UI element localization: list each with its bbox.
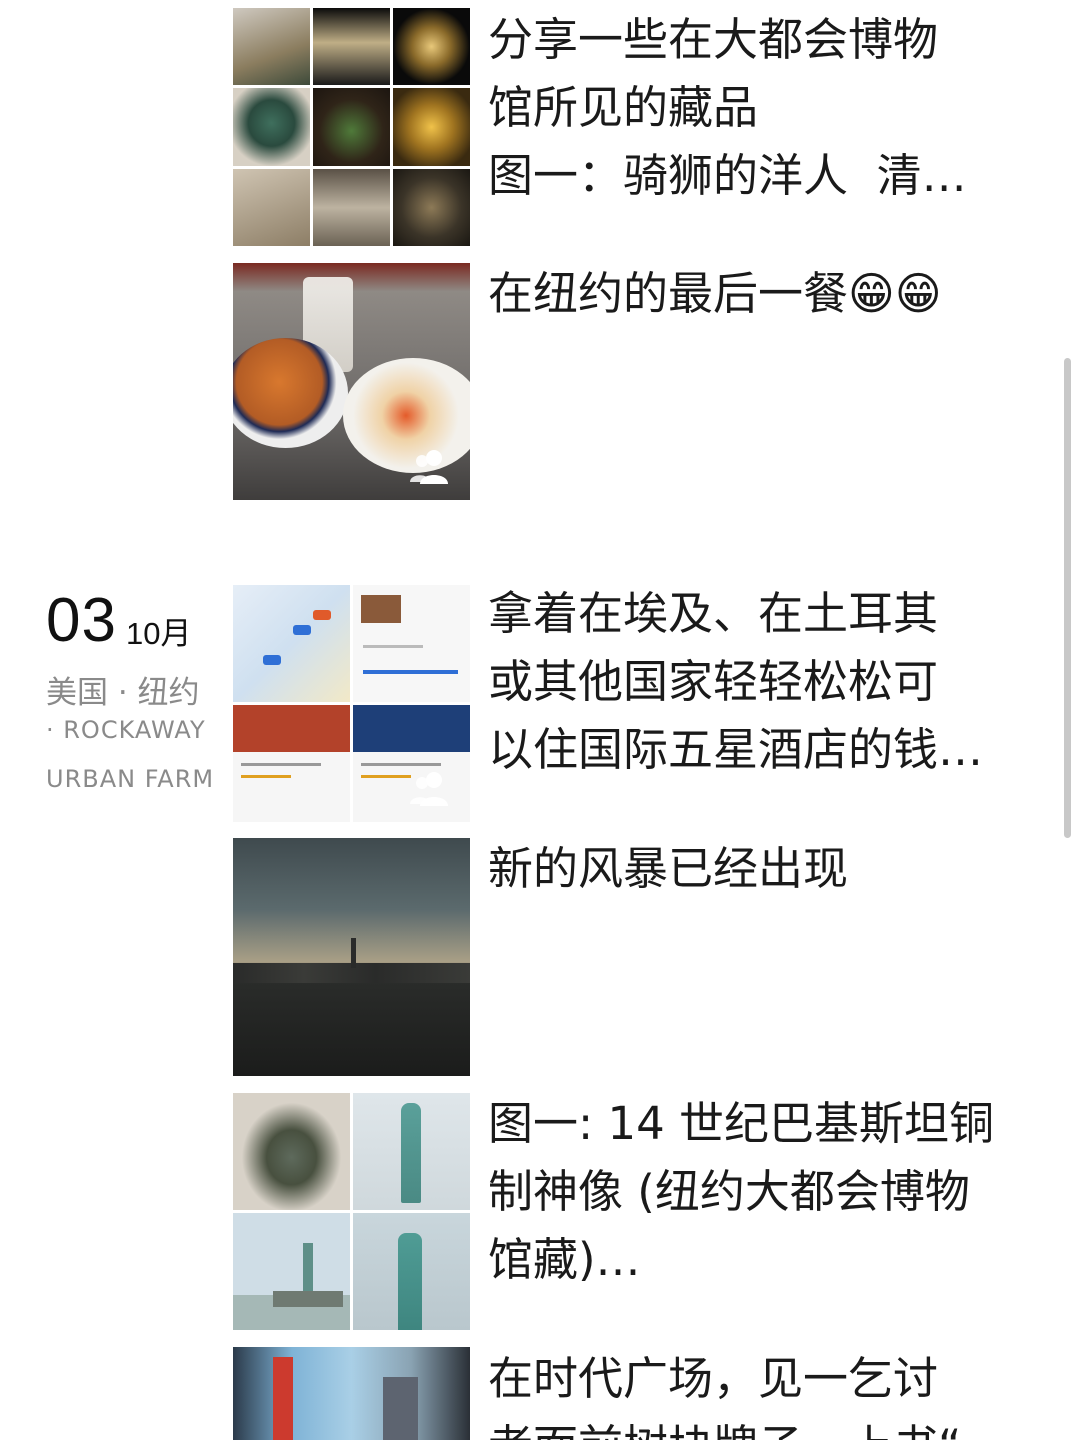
billboard-shape [273, 1357, 293, 1440]
date-month: 10月 [126, 616, 192, 651]
photo-cell [313, 8, 390, 86]
post-text: 在时代广场，见一乞讨 者面前树块牌子，上书“ [488, 1352, 961, 1440]
photo-cell [393, 8, 470, 86]
museum-collection-grid[interactable] [233, 8, 470, 246]
location-line: URBAN FARM [46, 765, 215, 793]
photo-cell [233, 88, 310, 166]
times-square-photo[interactable] [233, 1347, 470, 1440]
post-text: 在纽约的最后一餐😁😁 [488, 267, 942, 320]
post-text: 图一: 14 世纪巴基斯坦铜 制神像 (纽约大都会博物 馆藏)… [488, 1097, 995, 1286]
photo-cell [313, 168, 390, 246]
person-icon [410, 450, 448, 484]
storm-skyline-photo[interactable] [233, 838, 470, 1076]
photo-cell [233, 8, 310, 86]
post-text: 分享一些在大都会博物 馆所见的藏品 图一：骑狮的洋人 清… [488, 13, 967, 202]
photo-cell [233, 1093, 350, 1210]
last-meal-photo[interactable] [233, 263, 470, 500]
photo-cell [353, 1213, 470, 1330]
statue-liberty-grid[interactable] [233, 1093, 470, 1330]
bowl-shape [233, 338, 348, 448]
photo-cell [393, 88, 470, 166]
photo-cell [353, 1093, 470, 1210]
photo-cell [233, 585, 350, 702]
post-text: 新的风暴已经出现 [488, 842, 849, 895]
location-line: · ROCKAWAY [46, 716, 206, 744]
person-icon [410, 772, 448, 806]
photo-cell [353, 585, 470, 702]
photo-cell [393, 168, 470, 246]
post-text: 拿着在埃及、在土耳其 或其他国家轻轻松松可 以住国际五星酒店的钱… [488, 587, 984, 776]
photo-cell [233, 705, 350, 822]
location-line: 美国 · 纽约 [46, 675, 200, 711]
photo-cell [313, 88, 390, 166]
tower-shape [351, 938, 356, 968]
building-shape [383, 1377, 418, 1440]
photo-cell [233, 1213, 350, 1330]
scrollbar[interactable] [1064, 358, 1071, 838]
hotel-app-screenshots[interactable] [233, 585, 470, 822]
photo-cell [233, 168, 310, 246]
date-day: 03 [46, 586, 117, 655]
